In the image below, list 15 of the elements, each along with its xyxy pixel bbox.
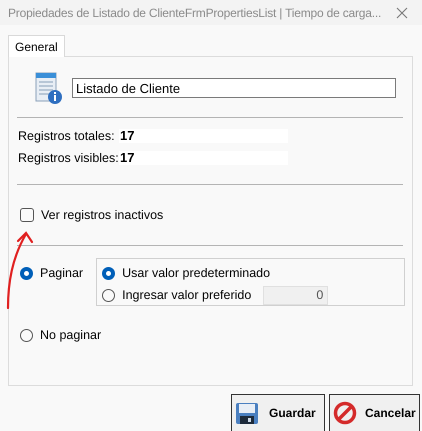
cancel-button[interactable]: Cancelar — [329, 394, 420, 431]
radio-label: Paginar — [40, 266, 84, 280]
stat-label: Registros totales: — [18, 129, 116, 143]
stat-value: 17 — [119, 129, 288, 143]
tab[interactable]: General — [8, 35, 65, 57]
stat-label: Registros visibles: — [18, 151, 119, 165]
checkbox-label: Ver registros inactivos — [41, 208, 164, 222]
radio-label: No paginar — [40, 328, 102, 342]
window-title: Propiedades de Listado de ClienteFrmPropertiesList | Tiempo de carga... — [8, 6, 382, 20]
radio-label: Usar valor predeterminado — [122, 266, 270, 280]
number-field[interactable]: 0 — [263, 286, 328, 304]
name-field[interactable]: Listado de Cliente — [72, 78, 396, 98]
radio-label: Ingresar valor preferido — [122, 288, 252, 302]
save-button[interactable]: Guardar — [231, 394, 325, 431]
stat-value: 17 — [119, 151, 288, 165]
